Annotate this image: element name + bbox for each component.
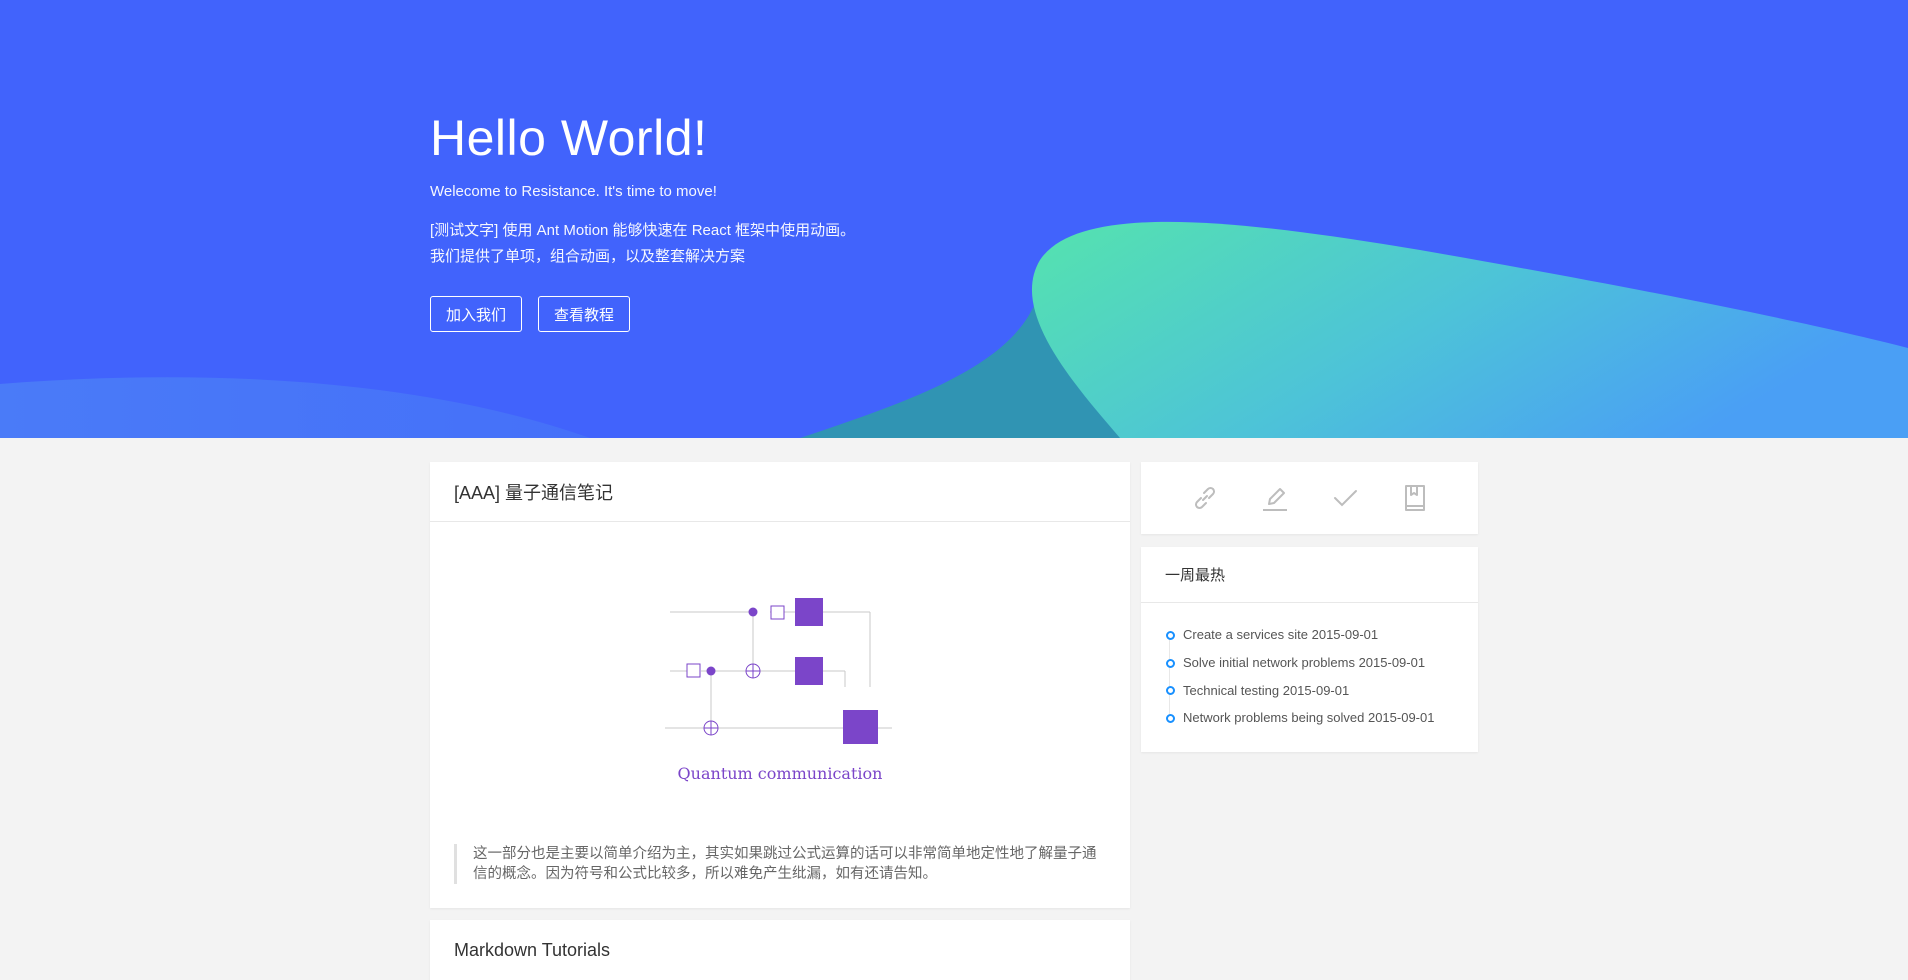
hero-desc-line2: 我们提供了单项，组合动画，以及整套解决方案 (430, 248, 746, 265)
view-tutorial-button[interactable]: 查看教程 (538, 296, 631, 332)
timeline-item-label: Technical testing 2015-09-01 (1183, 682, 1350, 698)
hero-buttons: 加入我们 查看教程 (430, 296, 855, 332)
quantum-circuit-figure: Quantum communication (665, 598, 892, 783)
post-card: [AAA] 量子通信笔记 Quantum communication 这一部分也… (430, 462, 1130, 908)
sidebar-toolbar (1141, 462, 1478, 534)
join-us-button[interactable]: 加入我们 (430, 296, 523, 332)
edit-icon[interactable] (1260, 483, 1290, 513)
hero-banner: Hello World! Welecome to Resistance. It'… (0, 0, 1908, 438)
timeline-dot-icon (1166, 631, 1175, 640)
weekly-hot-card: 一周最热 Create a services site 2015-09-01 S… (1141, 547, 1478, 752)
timeline-item[interactable]: Network problems being solved 2015-09-01 (1165, 704, 1478, 732)
timeline-dot-icon (1166, 686, 1175, 696)
book-icon[interactable] (1400, 483, 1430, 513)
hero-content: Hello World! Welecome to Resistance. It'… (430, 108, 855, 332)
timeline: Create a services site 2015-09-01 Solve … (1141, 603, 1478, 732)
figure-caption: Quantum communication (678, 764, 883, 783)
timeline-dot-icon (1166, 714, 1175, 724)
timeline-item-label: Create a services site 2015-09-01 (1183, 627, 1379, 643)
timeline-dot-icon (1166, 658, 1175, 668)
post-title[interactable]: [AAA] 量子通信笔记 (430, 462, 1130, 522)
post-card: Markdown Tutorials (430, 920, 1130, 980)
timeline-item-label: Solve initial network problems 2015-09-0… (1183, 655, 1426, 671)
hero-title: Hello World! (430, 110, 708, 166)
weekly-hot-title: 一周最热 (1141, 547, 1478, 603)
timeline-item[interactable]: Create a services site 2015-09-01 (1165, 621, 1478, 649)
check-icon[interactable] (1330, 483, 1360, 513)
hero-subtitle: Welecome to Resistance. It's time to mov… (430, 183, 717, 200)
post-quote: 这一部分也是主要以简单介绍为主，其实如果跳过公式运算的话可以非常简单地定性地了解… (454, 844, 1104, 884)
timeline-item[interactable]: Solve initial network problems 2015-09-0… (1165, 649, 1478, 677)
timeline-item[interactable]: Technical testing 2015-09-01 (1165, 676, 1478, 704)
hero-wave-background (0, 221, 1908, 438)
hero-description: [测试文字] 使用 Ant Motion 能够快速在 React 框架中使用动画… (430, 218, 855, 270)
hero-desc-line1: [测试文字] 使用 Ant Motion 能够快速在 React 框架中使用动画… (430, 222, 856, 239)
timeline-item-label: Network problems being solved 2015-09-01 (1183, 710, 1435, 726)
link-icon[interactable] (1190, 483, 1220, 513)
post-title[interactable]: Markdown Tutorials (430, 920, 1130, 980)
